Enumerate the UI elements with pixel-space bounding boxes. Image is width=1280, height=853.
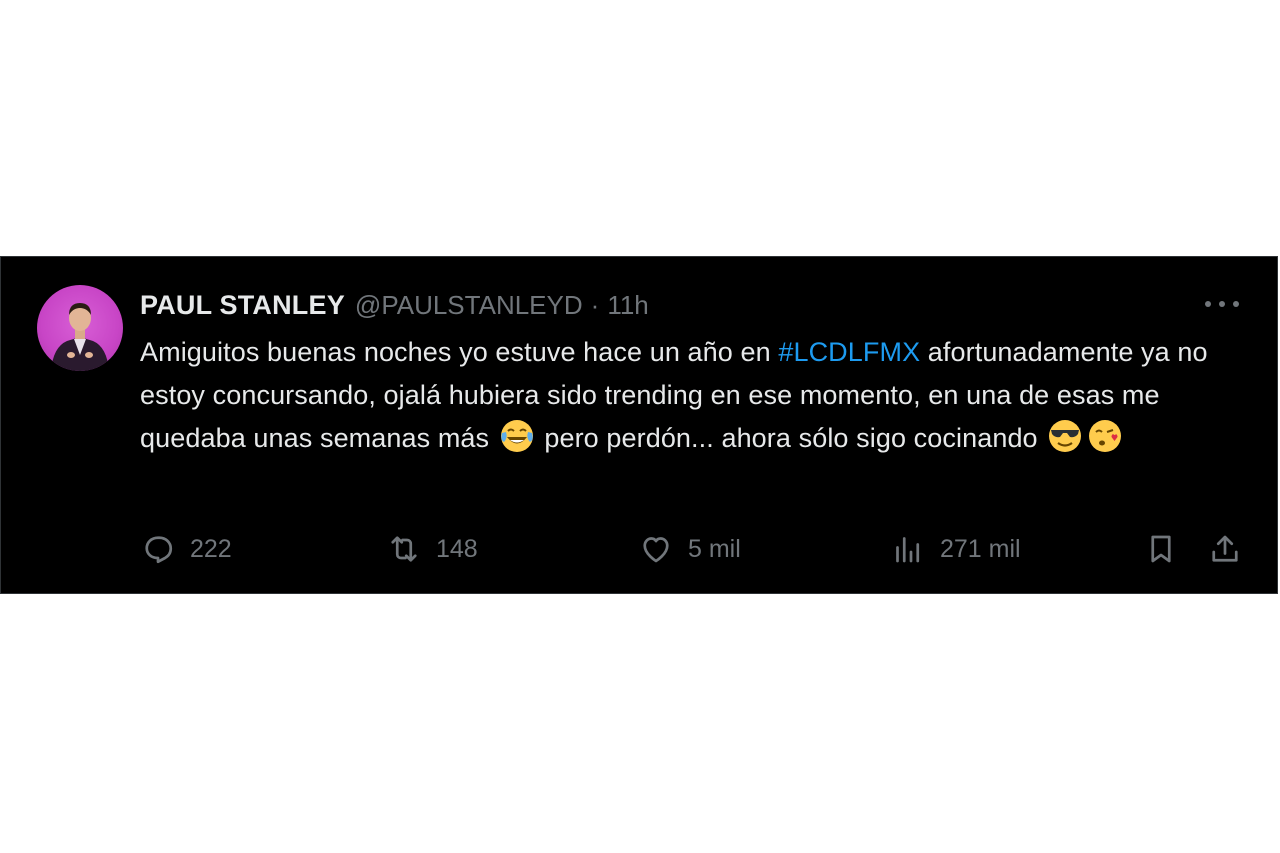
share-icon [1212,535,1238,562]
tweet-text-part-1: Amiguitos buenas noches yo estuve hace u… [140,337,779,367]
reply-button[interactable]: 222 [140,527,232,571]
tweet-header: PAUL STANLEY @PAULSTANLEYD · 11h [140,287,649,323]
like-count: 5 mil [688,534,741,563]
tweet-timestamp[interactable]: 11h [607,290,648,321]
reply-icon [145,536,173,564]
avatar[interactable] [37,285,123,371]
share-button[interactable] [1207,527,1243,571]
heart-icon [643,537,669,563]
more-options-icon[interactable] [1205,293,1239,315]
reply-count: 222 [190,534,232,563]
hashtag-link[interactable]: #LCDLFMX [778,337,920,367]
views-chart-icon [896,537,920,563]
like-button[interactable]: 5 mil [638,527,741,571]
bookmark-button[interactable] [1143,527,1179,571]
views-button[interactable]: 271 mil [890,527,1021,571]
face-with-tears-of-joy-icon [500,420,533,452]
separator-dot: · [590,289,600,320]
retweet-icon [391,536,417,562]
tweet-text: Amiguitos buenas noches yo estuve hace u… [140,331,1240,460]
avatar-photo-icon [51,303,109,371]
face-blowing-a-kiss-icon [1089,420,1122,452]
retweet-count: 148 [436,534,478,563]
bookmark-icon [1151,535,1171,563]
tweet-actions: 222 148 5 mil 271 mil [140,527,1250,571]
tweet-text-part-3: pero perdón... ahora sólo sigo cocinando [536,423,1046,453]
retweet-button[interactable]: 148 [386,527,478,571]
views-count: 271 mil [940,534,1021,563]
author-handle[interactable]: @PAULSTANLEYD [355,290,583,321]
author-name[interactable]: PAUL STANLEY [140,290,345,321]
tweet-card[interactable]: PAUL STANLEY @PAULSTANLEYD · 11h Amiguit… [0,256,1278,594]
smiling-face-with-sunglasses-icon [1049,420,1082,452]
